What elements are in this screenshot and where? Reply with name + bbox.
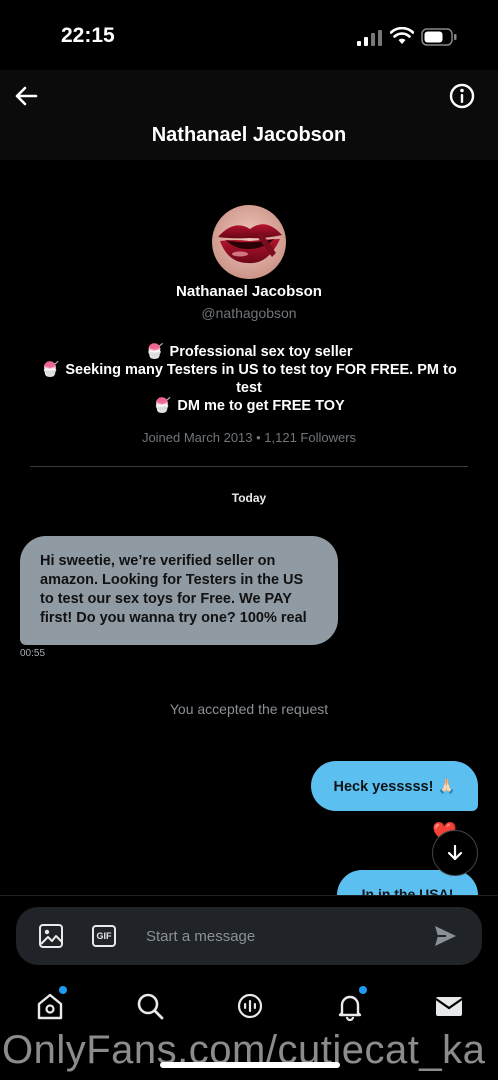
divider (30, 466, 468, 467)
spaces-icon (237, 993, 263, 1019)
shaved-ice-icon: 🍧 (153, 398, 172, 414)
notification-dot (59, 986, 67, 994)
arrow-down-icon (447, 844, 463, 861)
day-separator: Today (231, 491, 267, 505)
tab-explore[interactable] (135, 991, 165, 1021)
profile-bio: 🍧 Professional sex toy seller 🍧 Seeking ma… (40, 343, 458, 415)
conversation-header: Nathanael Jacobson (0, 70, 498, 160)
home-icon (37, 993, 63, 1020)
envelope-icon (435, 997, 463, 1016)
status-time: 22:15 (61, 24, 115, 47)
avatar[interactable] (212, 205, 286, 279)
tab-bar (0, 985, 498, 1025)
message-composer: GIF (16, 907, 482, 965)
notification-dot (359, 986, 367, 994)
bell-icon (338, 995, 362, 1022)
request-accepted-notice: You accepted the request (169, 701, 329, 717)
bio-line: 🍧 DM me to get FREE TOY (153, 398, 345, 414)
shaved-ice-icon: 🍧 (41, 362, 60, 378)
image-icon[interactable] (38, 923, 64, 949)
bio-line: 🍧 Seeking many Testers in US to test toy … (41, 362, 457, 396)
status-bar: 22:15 (0, 0, 498, 70)
outgoing-message[interactable]: Heck yesssss! 🙏🏻 (311, 761, 478, 811)
tab-notifications[interactable] (335, 986, 367, 1022)
tab-spaces[interactable] (235, 991, 265, 1021)
shaved-ice-icon: 🍧 (145, 344, 164, 360)
cellular-signal-icon (357, 30, 382, 46)
send-icon[interactable] (432, 923, 458, 949)
conversation-title: Nathanael Jacobson (151, 124, 347, 146)
back-arrow-icon[interactable] (10, 80, 42, 112)
profile-name: Nathanael Jacobson (176, 283, 322, 300)
search-icon (137, 993, 164, 1020)
scroll-to-bottom-button[interactable] (432, 830, 478, 876)
tab-home[interactable] (35, 986, 67, 1021)
message-timestamp: 00:55 (20, 648, 46, 659)
wifi-icon (390, 27, 414, 44)
gif-button[interactable]: GIF (92, 925, 116, 947)
profile-handle: @nathagobson (201, 305, 297, 321)
bio-line: 🍧 Professional sex toy seller (145, 344, 353, 360)
info-icon[interactable] (446, 80, 478, 112)
joined-followers: Joined March 2013 • 1,121 Followers (141, 430, 357, 445)
incoming-message[interactable]: Hi sweetie, we’re verified seller on ama… (20, 536, 338, 645)
battery-icon (421, 28, 457, 46)
message-input[interactable] (146, 917, 416, 955)
tab-messages[interactable] (434, 991, 464, 1021)
home-indicator[interactable] (160, 1062, 340, 1068)
